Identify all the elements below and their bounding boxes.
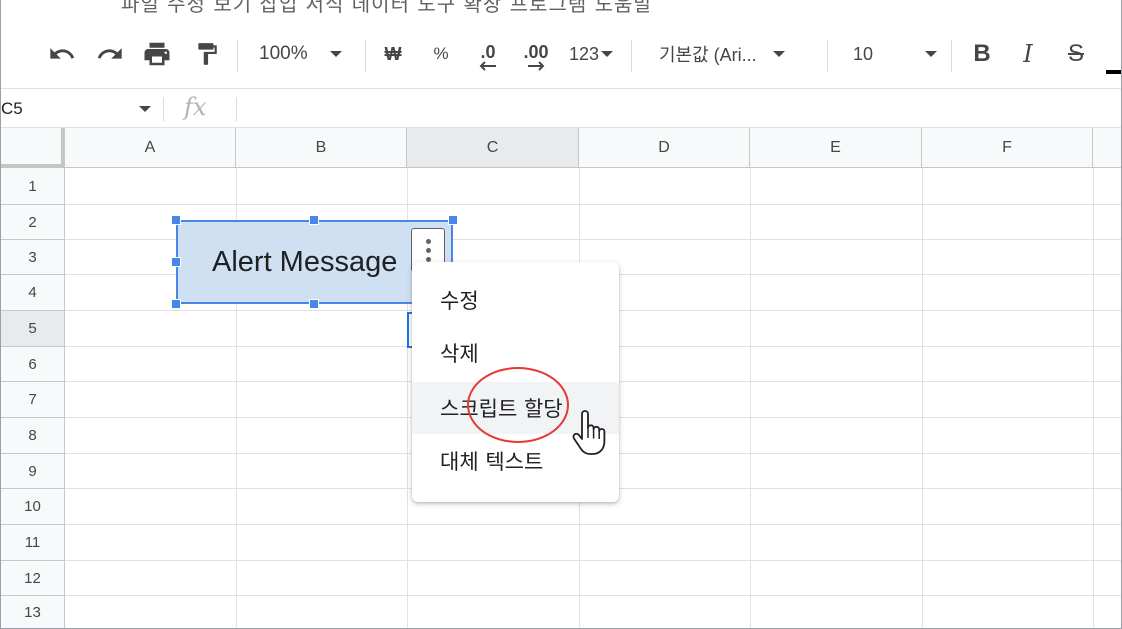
resize-handle-left[interactable]	[171, 257, 181, 267]
arrow-right-icon	[528, 61, 545, 71]
menu-item-edit[interactable]: 수정	[412, 274, 619, 326]
print-button[interactable]	[139, 20, 175, 88]
paint-format-button[interactable]	[191, 20, 223, 88]
chevron-down-icon	[925, 51, 938, 57]
font-family-value: 기본값 (Ari...	[659, 45, 757, 65]
bold-button[interactable]: B	[967, 20, 997, 88]
resize-handle-top-right[interactable]	[448, 215, 458, 225]
row-header-10[interactable]: 10	[1, 489, 65, 525]
decrease-decimal-button[interactable]: .0	[471, 20, 505, 88]
formula-divider	[163, 97, 164, 121]
row-header-4[interactable]: 4	[1, 275, 65, 311]
number-format-select[interactable]: 123	[563, 20, 619, 88]
row-header-6[interactable]: 6	[1, 347, 65, 382]
row-header-8[interactable]: 8	[1, 418, 65, 454]
toolbar-divider	[365, 40, 366, 72]
column-header-g[interactable]	[1093, 128, 1121, 168]
menu-bar: 파일 수정 보기 삽입 서식 데이터 도구 확장 프로그램 도움말	[1, 0, 1121, 18]
resize-handle-top[interactable]	[309, 215, 319, 225]
resize-handle-top-left[interactable]	[171, 215, 181, 225]
toolbar-divider	[631, 40, 632, 72]
app-window: 파일 수정 보기 삽입 서식 데이터 도구 확장 프로그램 도움말 100% ₩…	[0, 0, 1122, 629]
grid-line	[65, 595, 1121, 596]
cell-reference: C5	[1, 98, 23, 118]
column-header-f[interactable]: F	[922, 128, 1093, 168]
font-size-select[interactable]: 10	[853, 20, 939, 88]
increase-decimal-button[interactable]: .00	[517, 20, 555, 88]
percent-label: %	[433, 44, 449, 63]
resize-handle-bottom-left[interactable]	[171, 299, 181, 309]
formula-bar: C5 fx	[1, 88, 1121, 128]
toolbar-divider	[827, 40, 828, 72]
grid-line	[65, 524, 1121, 525]
increase-decimal-label: .00	[523, 42, 549, 62]
font-family-select[interactable]: 기본값 (Ari...	[659, 20, 811, 88]
column-header-b[interactable]: B	[236, 128, 407, 168]
row-header-12[interactable]: 12	[1, 561, 65, 596]
italic-button[interactable]: I	[1013, 20, 1043, 88]
toolbar-divider	[237, 40, 238, 72]
undo-button[interactable]	[45, 20, 79, 88]
row-header-11[interactable]: 11	[1, 525, 65, 561]
column-header-d[interactable]: D	[579, 128, 750, 168]
paint-format-icon	[198, 43, 217, 65]
column-header-e[interactable]: E	[750, 128, 922, 168]
grid-line	[65, 204, 1121, 205]
annotation-circle	[467, 367, 569, 443]
redo-button[interactable]	[93, 20, 127, 88]
row-header-1[interactable]: 1	[1, 168, 65, 205]
redo-icon	[97, 48, 122, 59]
row-header-7[interactable]: 7	[1, 382, 65, 418]
select-all-corner[interactable]	[1, 128, 65, 168]
toolbar: 100% ₩ % .0 .00 123 기본값 (Ari... 10 B I S	[1, 20, 1121, 88]
row-header-13[interactable]: 13	[1, 596, 65, 628]
chevron-down-icon	[601, 51, 614, 57]
number-format-label: 123	[568, 43, 600, 64]
toolbar-divider	[951, 40, 952, 72]
drawing-label: Alert Message	[212, 246, 398, 278]
resize-handle-bottom[interactable]	[309, 299, 319, 309]
italic-label: I	[1023, 40, 1033, 68]
currency-label: ₩	[384, 43, 402, 64]
font-size-value: 10	[853, 43, 874, 64]
menu-bar-text[interactable]: 파일 수정 보기 삽입 서식 데이터 도구 확장 프로그램 도움말	[121, 0, 653, 17]
decrease-decimal-label: .0	[480, 42, 496, 62]
formula-input[interactable]	[241, 89, 1121, 128]
percent-format-button[interactable]: %	[427, 20, 455, 88]
zoom-value: 100%	[259, 43, 308, 64]
fx-icon: fx	[184, 93, 207, 121]
hand-cursor-icon	[572, 410, 606, 455]
zoom-select[interactable]: 100%	[259, 20, 355, 88]
bold-label: B	[973, 40, 991, 67]
chevron-down-icon	[139, 106, 151, 112]
name-box[interactable]: C5	[1, 89, 161, 128]
chevron-down-icon	[329, 51, 342, 57]
formula-divider	[236, 97, 237, 121]
text-color-button[interactable]	[1105, 20, 1121, 88]
more-vert-icon	[425, 238, 431, 244]
grid-line	[65, 560, 1121, 561]
more-vert-icon-dot	[425, 256, 431, 262]
row-header-5[interactable]: 5	[1, 311, 65, 347]
text-color-icon	[1106, 70, 1121, 74]
chevron-down-icon	[772, 51, 785, 57]
row-header-2[interactable]: 2	[1, 205, 65, 240]
row-header-9[interactable]: 9	[1, 454, 65, 489]
arrow-left-icon	[479, 61, 496, 71]
column-header-c[interactable]: C	[407, 128, 579, 168]
column-header-a[interactable]: A	[65, 128, 236, 168]
more-vert-icon-dot	[425, 247, 431, 253]
currency-format-button[interactable]: ₩	[379, 20, 407, 88]
strikethrough-label: S	[1067, 40, 1084, 67]
print-icon	[144, 42, 170, 66]
undo-icon	[50, 48, 75, 59]
strikethrough-button[interactable]: S	[1061, 20, 1091, 88]
row-header-3[interactable]: 3	[1, 240, 65, 275]
